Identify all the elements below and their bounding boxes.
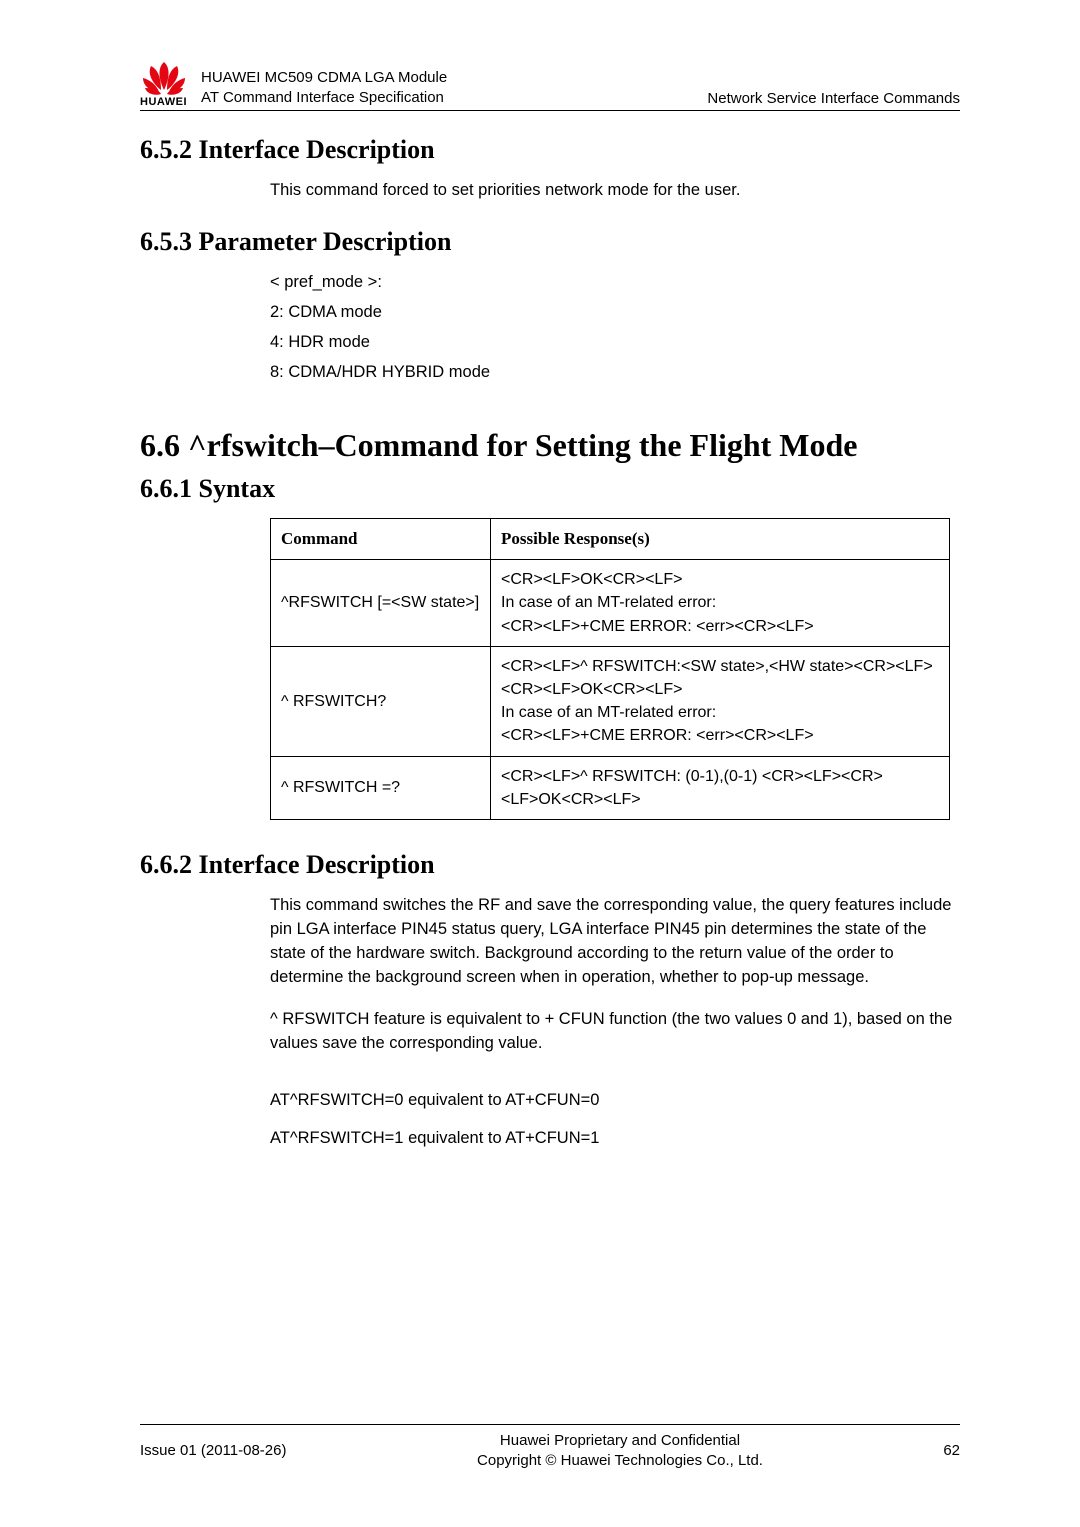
body-652: This command forced to set priorities ne… <box>270 179 960 203</box>
header-section: Network Service Interface Commands <box>707 90 960 108</box>
footer-center-line1: Huawei Proprietary and Confidential <box>340 1431 900 1451</box>
header-title: HUAWEI MC509 CDMA LGA Module AT Command … <box>197 68 707 109</box>
cell-resp-0: <CR><LF>OK<CR><LF> In case of an MT-rela… <box>491 560 950 647</box>
table-header-row: Command Possible Response(s) <box>271 518 950 560</box>
body-662-p4: AT^RFSWITCH=1 equivalent to AT+CFUN=1 <box>270 1127 960 1151</box>
header-title-line2: AT Command Interface Specification <box>201 88 707 108</box>
table-row: ^ RFSWITCH =? <CR><LF>^ RFSWITCH: (0-1),… <box>271 756 950 819</box>
param-line-2: 4: HDR mode <box>270 331 960 355</box>
body-662-p1: This command switches the RF and save th… <box>270 894 960 990</box>
heading-661: 6.6.1 Syntax <box>140 474 960 504</box>
table-row: ^ RFSWITCH? <CR><LF>^ RFSWITCH:<SW state… <box>271 646 950 756</box>
body-662-p3: AT^RFSWITCH=0 equivalent to AT+CFUN=0 <box>270 1089 960 1113</box>
cell-cmd-2: ^ RFSWITCH =? <box>271 756 491 819</box>
footer-center-line2: Copyright © Huawei Technologies Co., Ltd… <box>340 1451 900 1471</box>
param-line-1: 2: CDMA mode <box>270 301 960 325</box>
heading-662: 6.6.2 Interface Description <box>140 850 960 880</box>
body-662-p2: ^ RFSWITCH feature is equivalent to + CF… <box>270 1008 960 1056</box>
footer-issue: Issue 01 (2011-08-26) <box>140 1442 340 1459</box>
footer-page-number: 62 <box>900 1442 960 1459</box>
heading-66: 6.6 ^rfswitch–Command for Setting the Fl… <box>140 427 960 464</box>
param-line-3: 8: CDMA/HDR HYBRID mode <box>270 361 960 385</box>
syntax-table: Command Possible Response(s) ^RFSWITCH [… <box>270 518 950 820</box>
th-response: Possible Response(s) <box>491 518 950 560</box>
heading-653: 6.5.3 Parameter Description <box>140 227 960 257</box>
footer-center: Huawei Proprietary and Confidential Copy… <box>340 1431 900 1472</box>
huawei-petal-icon <box>141 60 187 96</box>
th-command: Command <box>271 518 491 560</box>
header-title-line1: HUAWEI MC509 CDMA LGA Module <box>201 68 707 88</box>
huawei-logo: HUAWEI <box>140 60 187 108</box>
param-line-0: < pref_mode >: <box>270 271 960 295</box>
heading-652: 6.5.2 Interface Description <box>140 135 960 165</box>
page-content: HUAWEI HUAWEI MC509 CDMA LGA Module AT C… <box>0 0 1080 1151</box>
cell-cmd-1: ^ RFSWITCH? <box>271 646 491 756</box>
cell-cmd-0: ^RFSWITCH [=<SW state>] <box>271 560 491 647</box>
cell-resp-2: <CR><LF>^ RFSWITCH: (0-1),(0-1) <CR><LF>… <box>491 756 950 819</box>
cell-resp-1: <CR><LF>^ RFSWITCH:<SW state>,<HW state>… <box>491 646 950 756</box>
page-footer: Issue 01 (2011-08-26) Huawei Proprietary… <box>140 1424 960 1472</box>
table-row: ^RFSWITCH [=<SW state>] <CR><LF>OK<CR><L… <box>271 560 950 647</box>
page-header: HUAWEI HUAWEI MC509 CDMA LGA Module AT C… <box>140 60 960 111</box>
logo-text: HUAWEI <box>140 96 187 108</box>
